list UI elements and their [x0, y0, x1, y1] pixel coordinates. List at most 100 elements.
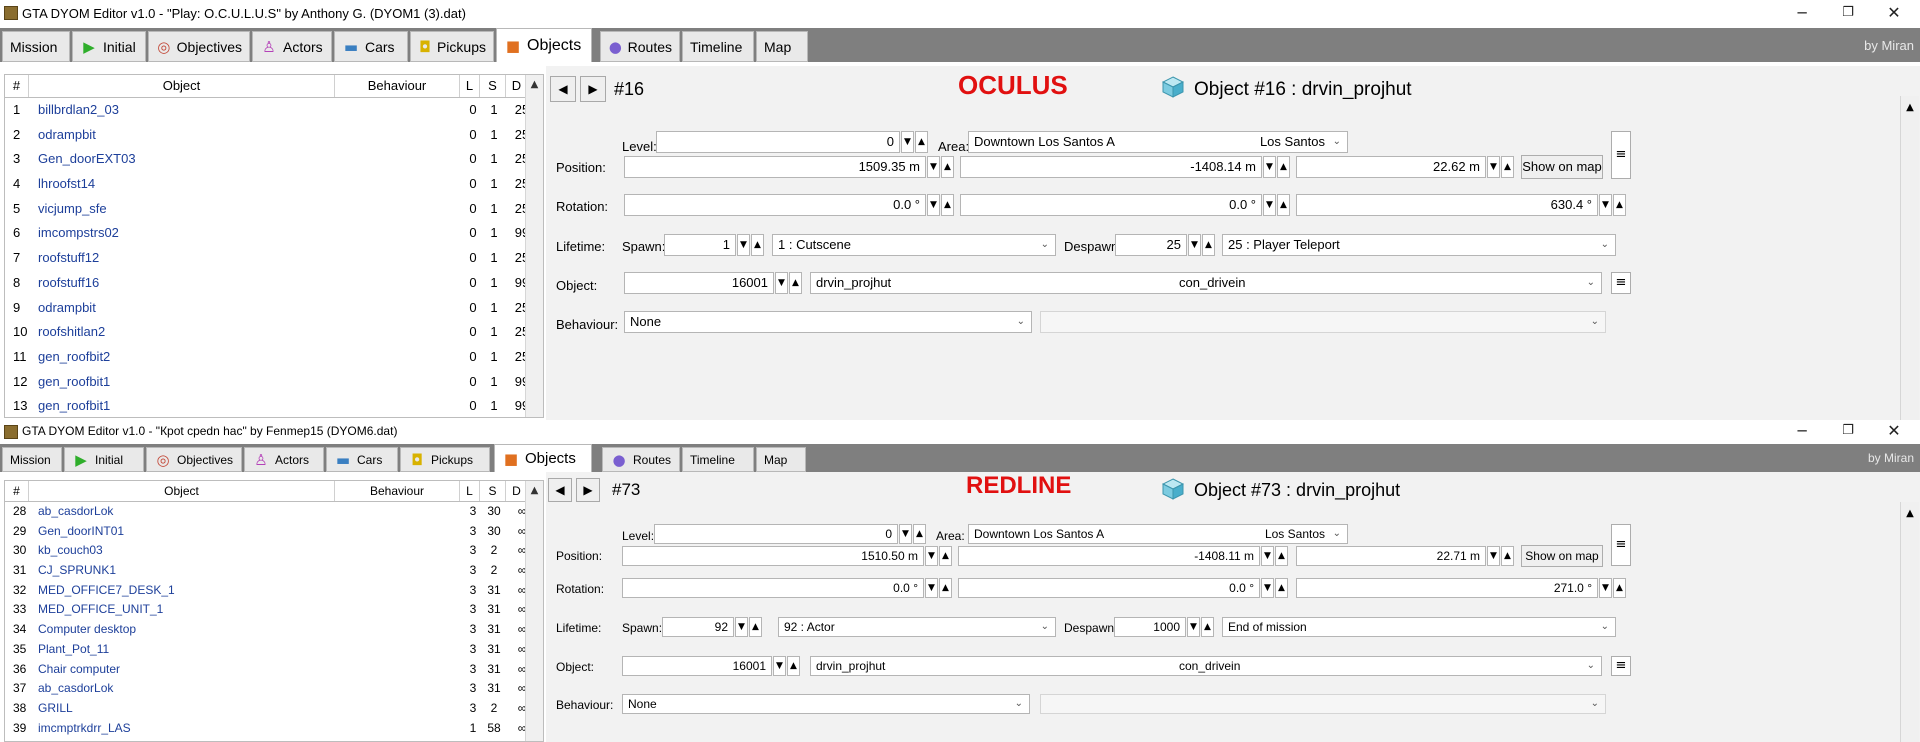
tab-initial[interactable]: ▶ Initial: [72, 31, 146, 62]
despawn-dropdown[interactable]: 25 : Player Teleport ⌄: [1222, 234, 1616, 256]
spawn-down-spinner[interactable]: ▼: [737, 234, 750, 256]
tab-cars[interactable]: ▬ Cars: [334, 31, 408, 62]
restore-button[interactable]: ❐: [1825, 0, 1871, 28]
position-x-up-spinner[interactable]: ▲: [941, 156, 954, 178]
rotation-y-down-spinner[interactable]: ▼: [1263, 194, 1276, 216]
list-item[interactable]: 12 gen_roofbit1 0 1 99: [5, 370, 543, 395]
rotation-x-down-spinner[interactable]: ▼: [925, 578, 938, 598]
list-item[interactable]: 6 imcompstrs02 0 1 99: [5, 221, 543, 246]
level-down-spinner[interactable]: ▼: [901, 131, 914, 153]
spawn-dropdown[interactable]: 1 : Cutscene ⌄: [772, 234, 1056, 256]
list-scrollbar[interactable]: ▲: [525, 75, 543, 417]
object-id-field[interactable]: 16001: [624, 272, 774, 294]
next-object-button[interactable]: ▶: [580, 76, 606, 102]
col-header-l[interactable]: L: [460, 481, 480, 501]
tab-timeline[interactable]: Timeline: [682, 31, 754, 62]
tab-objects[interactable]: ■ Objects: [494, 444, 592, 472]
spawn-field[interactable]: 92: [662, 617, 734, 637]
rotation-z-up-spinner[interactable]: ▲: [1613, 194, 1626, 216]
scroll-up-icon[interactable]: ▲: [1901, 102, 1919, 113]
col-header-s[interactable]: S: [480, 481, 506, 501]
position-x-field[interactable]: 1510.50 m: [622, 546, 924, 566]
list-item[interactable]: 29 Gen_doorINT01 3 30 ∞: [5, 522, 543, 542]
despawn-down-spinner[interactable]: ▼: [1188, 234, 1201, 256]
area-dropdown[interactable]: Downtown Los Santos A Los Santos ⌄: [968, 131, 1348, 153]
list-item[interactable]: 2 odrampbit 0 1 25: [5, 123, 543, 148]
list-item[interactable]: 35 Plant_Pot_11 3 31 ∞: [5, 640, 543, 660]
list-item[interactable]: 39 imcmptrkdrr_LAS 1 58 ∞: [5, 719, 543, 739]
col-header-num[interactable]: #: [5, 481, 29, 501]
list-item[interactable]: 30 kb_couch03 3 2 ∞: [5, 541, 543, 561]
rotation-y-down-spinner[interactable]: ▼: [1261, 578, 1274, 598]
despawn-up-spinner[interactable]: ▲: [1202, 234, 1215, 256]
rotation-z-field[interactable]: 271.0 °: [1296, 578, 1598, 598]
spawn-dropdown[interactable]: 92 : Actor ⌄: [778, 617, 1056, 637]
list-item[interactable]: 13 gen_roofbit1 0 1 99: [5, 394, 543, 417]
position-z-field[interactable]: 22.62 m: [1296, 156, 1486, 178]
spawn-up-spinner[interactable]: ▲: [751, 234, 764, 256]
restore-button[interactable]: ❐: [1825, 420, 1871, 444]
tab-initial[interactable]: ▶ Initial: [64, 447, 144, 472]
rotation-x-field[interactable]: 0.0 °: [624, 194, 926, 216]
list-item[interactable]: 37 ab_casdorLok 3 31 ∞: [5, 679, 543, 699]
tab-mission[interactable]: Mission: [2, 447, 62, 472]
level-up-spinner[interactable]: ▲: [913, 524, 926, 544]
list-item[interactable]: 34 Computer desktop 3 31 ∞: [5, 620, 543, 640]
tab-routes[interactable]: ● Routes: [600, 31, 680, 62]
close-button[interactable]: ✕: [1871, 0, 1917, 28]
rotation-z-field[interactable]: 630.4 °: [1296, 194, 1598, 216]
position-z-field[interactable]: 22.71 m: [1296, 546, 1486, 566]
position-x-down-spinner[interactable]: ▼: [927, 156, 940, 178]
rotation-z-up-spinner[interactable]: ▲: [1613, 578, 1626, 598]
position-z-down-spinner[interactable]: ▼: [1487, 156, 1500, 178]
col-header-object[interactable]: Object: [29, 481, 335, 501]
list-item[interactable]: 5 vicjump_sfe 0 1 25: [5, 197, 543, 222]
next-object-button[interactable]: ▶: [576, 478, 600, 502]
tab-objectives[interactable]: ◎ Objectives: [146, 447, 242, 472]
spawn-down-spinner[interactable]: ▼: [735, 617, 748, 637]
list-item[interactable]: 33 MED_OFFICE_UNIT_1 3 31 ∞: [5, 600, 543, 620]
list-item[interactable]: 28 ab_casdorLok 3 30 ∞: [5, 502, 543, 522]
position-y-up-spinner[interactable]: ▲: [1277, 156, 1290, 178]
list-item[interactable]: 7 roofstuff12 0 1 25: [5, 246, 543, 271]
despawn-field[interactable]: 1000: [1114, 617, 1186, 637]
spawn-up-spinner[interactable]: ▲: [749, 617, 762, 637]
scroll-up-icon[interactable]: ▲: [526, 79, 543, 90]
position-x-down-spinner[interactable]: ▼: [925, 546, 938, 566]
spawn-field[interactable]: 1: [664, 234, 736, 256]
list-item[interactable]: 31 CJ_SPRUNK1 3 2 ∞: [5, 561, 543, 581]
object-id-down-spinner[interactable]: ▼: [773, 656, 786, 676]
tab-cars[interactable]: ▬ Cars: [326, 447, 398, 472]
tab-objectives[interactable]: ◎ Objectives: [148, 31, 250, 62]
tab-actors[interactable]: ♙ Actors: [252, 31, 332, 62]
object-id-field[interactable]: 16001: [622, 656, 772, 676]
position-y-field[interactable]: -1408.11 m: [958, 546, 1260, 566]
rotation-y-field[interactable]: 0.0 °: [960, 194, 1262, 216]
behaviour-dropdown[interactable]: None ⌄: [624, 311, 1032, 333]
tab-mission[interactable]: Mission: [2, 31, 70, 62]
object-model-dropdown[interactable]: drvin_projhut con_drivein ⌄: [810, 272, 1602, 294]
position-menu-button[interactable]: ≡: [1611, 131, 1631, 179]
rotation-z-down-spinner[interactable]: ▼: [1599, 578, 1612, 598]
tab-pickups[interactable]: ◘ Pickups: [400, 447, 490, 472]
rotation-x-field[interactable]: 0.0 °: [622, 578, 924, 598]
editor-scrollbar[interactable]: ▲: [1900, 502, 1919, 742]
despawn-field[interactable]: 25: [1115, 234, 1187, 256]
objects-list[interactable]: # Object Behaviour L S D 1 billbrdlan2_03…: [4, 74, 544, 418]
list-item[interactable]: 8 roofstuff16 0 1 99: [5, 271, 543, 296]
object-model-dropdown[interactable]: drvin_projhut con_drivein ⌄: [810, 656, 1602, 676]
tab-map[interactable]: Map: [756, 31, 808, 62]
position-z-up-spinner[interactable]: ▲: [1501, 156, 1514, 178]
close-button[interactable]: ✕: [1871, 420, 1917, 444]
position-z-up-spinner[interactable]: ▲: [1501, 546, 1514, 566]
area-dropdown[interactable]: Downtown Los Santos A Los Santos ⌄: [968, 524, 1348, 544]
object-menu-button[interactable]: ≡: [1611, 272, 1631, 294]
position-y-up-spinner[interactable]: ▲: [1275, 546, 1288, 566]
object-id-down-spinner[interactable]: ▼: [775, 272, 788, 294]
rotation-y-up-spinner[interactable]: ▲: [1277, 194, 1290, 216]
col-header-s[interactable]: S: [480, 75, 506, 97]
list-item[interactable]: 10 roofshitlan2 0 1 25: [5, 320, 543, 345]
list-scrollbar[interactable]: ▲: [525, 481, 543, 741]
tab-actors[interactable]: ♙ Actors: [244, 447, 324, 472]
editor-scrollbar[interactable]: ▲: [1900, 96, 1919, 420]
